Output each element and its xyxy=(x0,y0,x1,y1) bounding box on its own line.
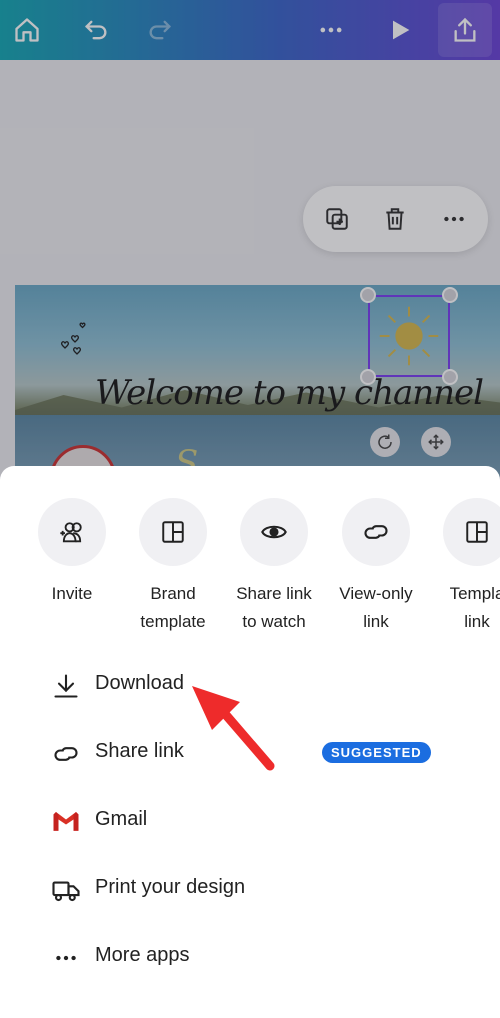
share-option-invite[interactable]: Invite xyxy=(20,498,124,608)
more-horizontal-icon xyxy=(50,942,82,974)
gmail-icon xyxy=(50,806,82,838)
more-apps-item[interactable]: More apps xyxy=(0,932,500,982)
template-icon xyxy=(139,498,207,566)
link-icon xyxy=(50,738,82,770)
share-options: Invite Brand template Share link to watc… xyxy=(0,498,500,631)
suggested-badge: SUGGESTED xyxy=(322,742,431,763)
add-people-icon xyxy=(38,498,106,566)
share-option-view-only-link[interactable]: View-only link xyxy=(324,498,428,636)
link-icon xyxy=(342,498,410,566)
eye-icon xyxy=(240,498,308,566)
gmail-item[interactable]: Gmail xyxy=(0,796,500,846)
template-icon xyxy=(443,498,500,566)
share-option-watch-link[interactable]: Share link to watch xyxy=(222,498,326,636)
share-option-template-link[interactable]: Templa link xyxy=(425,498,500,636)
print-design-item[interactable]: Print your design xyxy=(0,864,500,914)
download-icon xyxy=(50,670,82,702)
annotation-arrow xyxy=(192,686,275,771)
truck-icon xyxy=(50,874,82,906)
share-option-brand-template[interactable]: Brand template xyxy=(121,498,225,636)
